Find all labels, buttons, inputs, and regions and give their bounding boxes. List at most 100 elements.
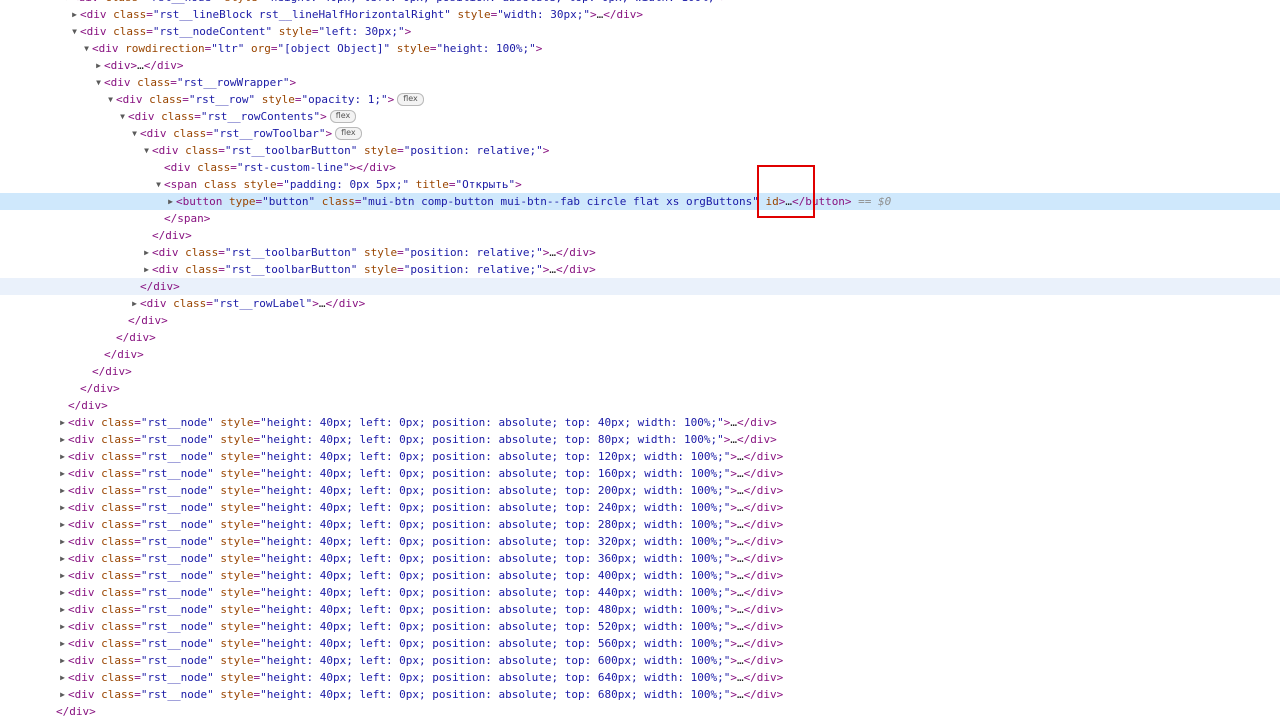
flex-badge[interactable]: flex (335, 126, 362, 140)
dom-node-line[interactable]: </div> (0, 278, 1280, 295)
attr-name[interactable]: class (101, 484, 134, 497)
attr-value[interactable]: "rst__node" (145, 0, 218, 4)
expand-triangle-icon[interactable]: ▼ (69, 23, 80, 40)
attr-value[interactable]: "rst__node" (141, 467, 214, 480)
dom-node-line[interactable]: ▼ <div rowdirection="ltr" org="[object Ob… (0, 40, 1280, 57)
expand-triangle-icon[interactable]: ▼ (129, 125, 140, 142)
collapse-triangle-icon[interactable]: ▶ (57, 635, 68, 652)
attr-name[interactable]: style (220, 535, 253, 548)
attr-name[interactable]: class (322, 195, 355, 208)
attr-name[interactable]: org (251, 42, 271, 55)
attr-name[interactable]: style (220, 450, 253, 463)
attr-value[interactable]: "left: 30px;" (318, 25, 404, 38)
attr-name[interactable]: style (220, 467, 253, 480)
expand-triangle-icon[interactable]: ▼ (141, 142, 152, 159)
dom-node-line[interactable]: ▶ <div class="rst__node" style="height: 4… (0, 567, 1280, 584)
attr-value[interactable]: "rst__node" (141, 620, 214, 633)
attr-name[interactable]: style (244, 178, 277, 191)
attr-name[interactable]: style (220, 552, 253, 565)
attr-value[interactable]: "height: 40px; left: 0px; position: abso… (260, 450, 730, 463)
collapse-triangle-icon[interactable]: ▶ (57, 567, 68, 584)
attr-name[interactable]: style (220, 603, 253, 616)
attr-name[interactable]: style (220, 654, 253, 667)
attr-name[interactable]: class (101, 637, 134, 650)
attr-name[interactable]: style (262, 93, 295, 106)
attr-name[interactable]: class (113, 8, 146, 21)
collapse-triangle-icon[interactable]: ▶ (93, 57, 104, 74)
collapse-triangle-icon[interactable]: ▶ (129, 295, 140, 312)
dom-node-line[interactable]: ▶ <div class="rst__lineBlock rst__lineHal… (0, 6, 1280, 23)
dom-node-line[interactable]: ▶ <div class="rst__node" style="height: 4… (0, 414, 1280, 431)
attr-name[interactable]: class (101, 433, 134, 446)
attr-name[interactable]: class (161, 110, 194, 123)
attr-value[interactable]: "Открыть" (455, 178, 515, 191)
attr-name[interactable]: style (220, 671, 253, 684)
attr-value[interactable]: "height: 40px; left: 0px; position: abso… (260, 671, 730, 684)
attr-value[interactable]: "height: 40px; left: 0px; position: abso… (264, 0, 721, 4)
dom-node-line[interactable]: </div> (0, 329, 1280, 346)
attr-name[interactable]: type (229, 195, 256, 208)
flex-badge[interactable]: flex (329, 109, 357, 123)
attr-value[interactable]: "[object Object]" (277, 42, 390, 55)
attr-value[interactable]: "height: 40px; left: 0px; position: abso… (260, 433, 724, 446)
attr-value[interactable]: "rst__toolbarButton" (225, 246, 357, 259)
collapse-triangle-icon[interactable]: ▶ (57, 669, 68, 686)
attr-name[interactable]: class (101, 535, 134, 548)
dom-node-line[interactable]: </div> (0, 227, 1280, 244)
dom-node-line[interactable]: ▶ <div class="rst__node" style="height: 4… (0, 618, 1280, 635)
dom-node-line[interactable]: ▶ <div>…</div> (0, 57, 1280, 74)
attr-name[interactable]: style (220, 518, 253, 531)
attr-value[interactable]: "height: 40px; left: 0px; position: abso… (260, 416, 724, 429)
expand-triangle-icon[interactable]: ▼ (117, 108, 128, 125)
attr-name[interactable]: class (101, 552, 134, 565)
attr-value[interactable]: "rst__node" (141, 501, 214, 514)
attr-value[interactable]: "rst__node" (141, 433, 214, 446)
dom-node-line[interactable]: ▶ <div class="rst__node" style="height: 4… (0, 431, 1280, 448)
dom-node-line[interactable]: ▶ <div class="rst__node" style="height: 4… (0, 686, 1280, 703)
dom-node-line[interactable]: ▶ <div class="rst__node" style="height: 4… (0, 601, 1280, 618)
collapse-triangle-icon[interactable]: ▶ (141, 244, 152, 261)
attr-name[interactable]: style (220, 586, 253, 599)
attr-value[interactable]: "rst__node" (141, 688, 214, 701)
dom-node-line[interactable]: ▼ <div class="rst__nodeContent" style="le… (0, 23, 1280, 40)
collapse-triangle-icon[interactable]: ▶ (57, 618, 68, 635)
attr-value[interactable]: "rst__toolbarButton" (225, 144, 357, 157)
attr-value[interactable]: "rst-custom-line" (237, 161, 350, 174)
dom-node-line[interactable]: ▼ <div class="rst__rowContents"> flex (0, 108, 1280, 125)
attr-name[interactable]: style (224, 0, 257, 4)
attr-name[interactable]: class (204, 178, 237, 191)
attr-name[interactable]: class (113, 25, 146, 38)
dom-node-line[interactable]: ▶ <div class="rst__node" style="height: 4… (0, 652, 1280, 669)
attr-name[interactable]: style (220, 501, 253, 514)
attr-name[interactable]: style (364, 263, 397, 276)
collapse-triangle-icon[interactable]: ▶ (57, 584, 68, 601)
attr-name[interactable]: class (101, 688, 134, 701)
collapse-triangle-icon[interactable]: ▶ (57, 448, 68, 465)
attr-value[interactable]: "rst__rowContents" (201, 110, 320, 123)
attr-value[interactable]: "rst__node" (141, 654, 214, 667)
attr-value[interactable]: "opacity: 1;" (301, 93, 387, 106)
dom-node-line[interactable]: ▼ <div class="rst__rowToolbar"> flex (0, 125, 1280, 142)
dom-node-line[interactable]: </div> (0, 346, 1280, 363)
expand-triangle-icon[interactable]: ▼ (81, 40, 92, 57)
attr-value[interactable]: "height: 40px; left: 0px; position: abso… (260, 501, 730, 514)
expand-triangle-icon[interactable]: ▼ (153, 176, 164, 193)
attr-name[interactable]: class (185, 246, 218, 259)
attr-value[interactable]: "rst__nodeContent" (153, 25, 272, 38)
attr-value[interactable]: "rst__rowWrapper" (177, 76, 290, 89)
dom-node-line[interactable]: </span> (0, 210, 1280, 227)
attr-value[interactable]: "position: relative;" (404, 246, 543, 259)
attr-value[interactable]: "height: 40px; left: 0px; position: abso… (260, 586, 730, 599)
dom-node-line[interactable]: ▶ <div class="rst__node" style="height: 4… (0, 635, 1280, 652)
attr-name[interactable]: style (220, 484, 253, 497)
flex-badge[interactable]: flex (397, 92, 424, 106)
attr-name[interactable]: class (137, 76, 170, 89)
collapse-triangle-icon[interactable]: ▶ (57, 482, 68, 499)
attr-name[interactable]: style (220, 433, 253, 446)
attr-value[interactable]: "mui-btn comp-button mui-btn--fab circle… (361, 195, 758, 208)
attr-name[interactable]: class (185, 263, 218, 276)
attr-value[interactable]: "rst__row" (189, 93, 255, 106)
attr-value[interactable]: "height: 40px; left: 0px; position: abso… (260, 552, 730, 565)
attr-name[interactable]: class (173, 297, 206, 310)
attr-value[interactable]: "position: relative;" (404, 144, 543, 157)
